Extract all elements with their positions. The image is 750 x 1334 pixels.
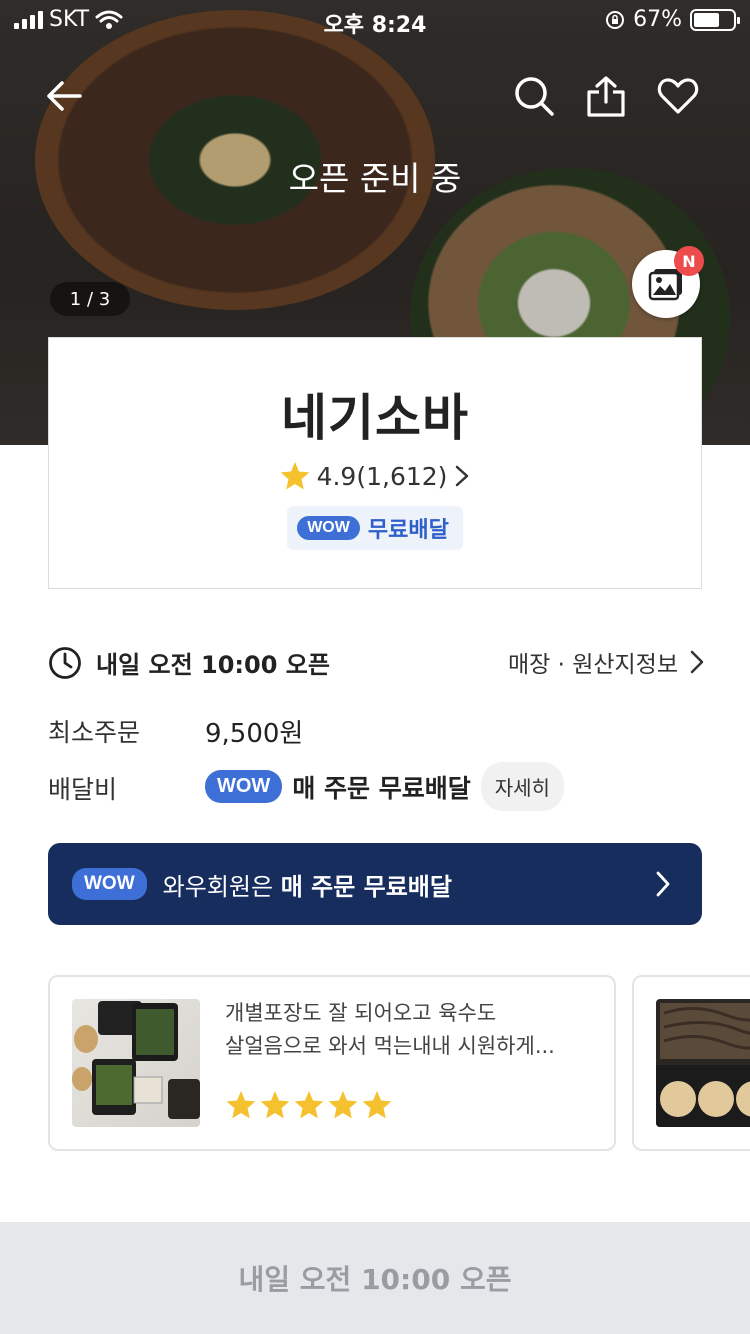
order-button[interactable]: 내일 오전 10:00 오픈 — [0, 1222, 750, 1334]
wow-membership-banner[interactable]: WOW 와우회원은 매 주문 무료배달 — [48, 843, 702, 925]
review-text-line1: 개별포장도 잘 되어오고 육수도 — [225, 1001, 497, 1025]
review-text: 개별포장도 잘 되어오고 육수도 살얼음으로 와서 먹는내내 시원하게... — [225, 997, 595, 1063]
min-order-label: 최소주문 — [48, 718, 141, 747]
wow-badge: WOW — [297, 516, 360, 540]
store-card: 네기소바 4.9(1,612) WOW 무료배달 — [48, 337, 702, 589]
search-icon — [515, 77, 554, 116]
clock-icon — [49, 646, 81, 679]
lock-rotation-icon — [606, 10, 625, 29]
min-order-value: 9,500원 — [205, 719, 304, 749]
star-icon — [280, 462, 309, 490]
review-photo — [656, 999, 750, 1127]
store-info-link[interactable]: 매장 · 원산지정보 — [508, 645, 706, 679]
detail-button[interactable]: 자세히 — [480, 762, 564, 811]
store-name: 네기소바 — [281, 389, 469, 447]
back-arrow-icon — [47, 81, 82, 111]
back-button[interactable] — [38, 70, 90, 122]
heart-icon — [657, 78, 699, 114]
rating-link[interactable]: 4.9(1,612) — [49, 460, 701, 492]
chevron-right-icon — [690, 650, 704, 674]
rating-value: 4.9(1,612) — [316, 461, 448, 491]
delivery-fee: WOW 매 주문 무료배달 자세히 — [205, 762, 564, 811]
review-card[interactable] — [632, 975, 750, 1151]
search-button[interactable] — [508, 70, 560, 122]
favorite-button[interactable] — [652, 70, 704, 122]
review-card[interactable]: 개별포장도 잘 되어오고 육수도 살얼음으로 와서 먹는내내 시원하게... — [48, 975, 616, 1151]
store-info-label: 매장 · 원산지정보 — [507, 652, 678, 678]
battery-icon — [690, 8, 740, 31]
review-photo — [72, 999, 200, 1127]
star-icon — [294, 1091, 324, 1119]
status-bar: SKT 오후 8:24 67% — [0, 0, 750, 40]
banner-text-bold: 매 주문 무료배달 — [280, 872, 452, 901]
photo-counter: 1 / 3 — [50, 282, 130, 316]
open-hours: 내일 오전 10:00 오픈 — [48, 645, 330, 680]
star-icon — [328, 1091, 358, 1119]
battery-percent: 67% — [633, 7, 682, 32]
open-status-overlay: 오픈 준비 중 — [288, 159, 462, 198]
review-text-line2: 살얼음으로 와서 먹는내내 시원하게... — [225, 1034, 555, 1058]
delivery-fee-text: 매 주문 무료배달 — [292, 773, 471, 803]
share-icon — [587, 76, 625, 117]
free-delivery-label: 무료배달 — [367, 518, 449, 543]
free-delivery-badge: WOW 무료배달 — [287, 506, 463, 550]
banner-text-prefix: 와우회원은 — [162, 872, 281, 901]
open-hours-text: 내일 오전 10:00 오픈 — [96, 651, 330, 679]
chevron-right-icon — [456, 465, 469, 487]
review-stars — [225, 1089, 393, 1121]
chevron-right-icon — [656, 871, 670, 897]
gallery-button[interactable]: N — [632, 246, 704, 318]
star-icon — [226, 1091, 256, 1119]
star-icon — [362, 1091, 392, 1119]
share-button[interactable] — [580, 70, 632, 122]
delivery-fee-label: 배달비 — [48, 775, 118, 804]
wow-badge: WOW — [72, 868, 147, 900]
new-badge: N — [674, 246, 704, 276]
star-icon — [260, 1091, 290, 1119]
wow-badge: WOW — [205, 770, 283, 803]
